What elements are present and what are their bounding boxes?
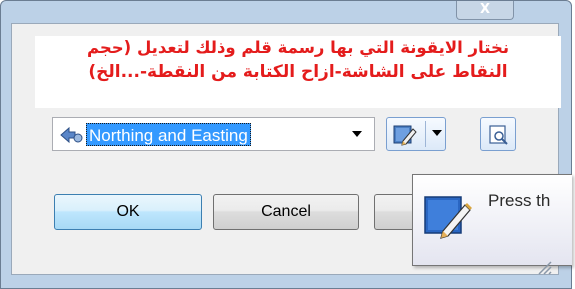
magnify-preview-icon — [489, 125, 508, 145]
chevron-down-icon[interactable] — [432, 130, 442, 136]
ok-button[interactable]: OK — [54, 194, 202, 230]
coordinate-format-icon — [59, 126, 83, 144]
split-divider — [425, 121, 426, 147]
tooltip: Press th — [412, 174, 572, 266]
resize-grip-icon[interactable] — [536, 259, 552, 275]
coordinate-format-dropdown[interactable]: Northing and Easting — [52, 117, 375, 151]
edit-settings-split-button[interactable] — [386, 117, 446, 151]
annotation-line-1: نختار الايقونة التي بها رسمة قلم وذلك لت… — [86, 38, 510, 57]
pen-edit-icon[interactable] — [393, 124, 417, 146]
preview-button[interactable] — [480, 117, 516, 151]
tooltip-text: Press th — [488, 191, 551, 210]
pen-edit-icon — [423, 193, 473, 243]
chevron-down-icon[interactable] — [352, 131, 362, 137]
cancel-button[interactable]: Cancel — [213, 194, 359, 230]
coordinate-format-value: Northing and Easting — [86, 123, 251, 146]
close-button[interactable]: X — [456, 1, 514, 20]
annotation-banner: نختار الايقونة التي بها رسمة قلم وذلك لت… — [35, 36, 561, 108]
annotation-line-2: النقاط على الشاشة-ازاح الكتابة من النقطة… — [88, 62, 508, 82]
close-icon: X — [479, 2, 491, 17]
